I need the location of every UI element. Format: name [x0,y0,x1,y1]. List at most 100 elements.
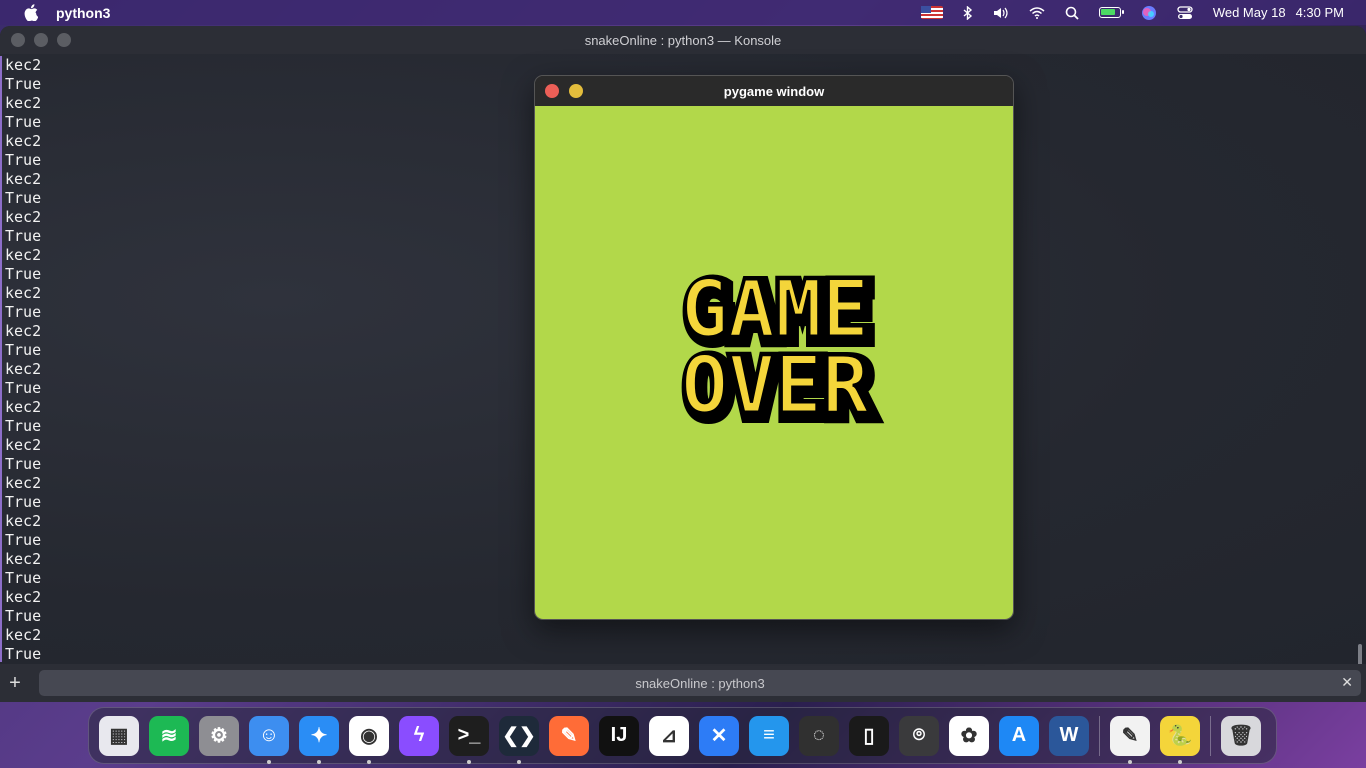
terminal-icon[interactable]: >_ [449,715,489,764]
terminal-line: kec2 [5,512,42,530]
trash-icon[interactable]: 🗑 [1221,715,1261,756]
terminal-line: kec2 [5,170,42,188]
us-flag-icon [920,6,943,19]
terminal-output: kec2 True kec2 True kec2 True kec2 True kec2 True… [5,56,41,701]
intellij-glyph: IJ [610,724,628,746]
screenshot-glyph: ⌾ [913,724,925,746]
dock-separator [1210,715,1211,756]
terminal-line: kec2 [5,56,42,74]
terminal-line: True [5,75,42,93]
app-store-glyph: A [1011,724,1027,746]
terminal-line: True [5,189,42,207]
textedit-icon[interactable]: ✎ [1110,715,1150,764]
terminal-line: kec2 [5,284,42,302]
apple-icon[interactable] [22,4,40,22]
close-tab-icon[interactable]: ✕ [1341,674,1353,691]
bluetooth-icon[interactable] [953,0,983,25]
spotify-icon[interactable]: ≋ [149,715,189,756]
word-icon[interactable]: W [1049,715,1089,756]
running-indicator [517,759,521,764]
konsole-title: snakeOnline : python3 — Konsole [584,32,782,48]
messenger-glyph: ϟ [413,724,425,746]
terminal-line: True [5,303,42,321]
intellij-icon[interactable]: IJ [599,715,639,756]
terminal-line: kec2 [5,588,42,606]
terminal-line: True [5,227,42,245]
active-app-name[interactable]: python3 [56,5,110,21]
pygame-title: pygame window [723,83,825,99]
messenger-icon[interactable]: ϟ [399,715,439,756]
game-canvas[interactable]: GAME GAME OVER OVER [535,106,1013,619]
terminal-line: True [5,151,42,169]
terminal-line: True [5,379,42,397]
running-indicator [367,759,371,764]
terminal-line: kec2 [5,474,42,492]
instruments-icon[interactable]: ⊿ [649,715,689,756]
iphone-simulator-glyph: ▯ [863,725,875,747]
system-preferences-icon[interactable]: ⚙ [199,715,239,756]
terminal-line: kec2 [5,94,42,112]
terminal-line: True [5,493,42,511]
chrome-icon[interactable]: ◉ [349,715,389,764]
konsole-titlebar[interactable]: snakeOnline : python3 — Konsole [0,26,1366,54]
running-indicator [1128,759,1132,764]
terminal-line: True [5,417,42,435]
app-store-icon[interactable]: A [999,715,1039,756]
obs-icon[interactable]: ◌ [799,715,839,756]
postman-glyph: ✎ [560,725,578,747]
battery-icon[interactable] [1089,0,1131,25]
konsole-tabbar: + snakeOnline : python3 ✕ [0,664,1366,702]
spotlight-search-icon[interactable] [1055,0,1089,25]
tab-snakeonline[interactable]: snakeOnline : python3 ✕ [39,670,1361,696]
postman-icon[interactable]: ✎ [549,715,589,756]
docker-icon[interactable]: ≡ [749,715,789,756]
control-center-icon[interactable] [1167,0,1203,25]
instruments-glyph: ⊿ [660,725,678,747]
new-tab-button[interactable]: + [0,672,30,695]
terminal-line: kec2 [5,246,42,264]
pygame-window: pygame window GAME GAME OVER OVER [534,75,1014,620]
xcode-icon[interactable]: ✕ [699,715,739,756]
running-indicator [317,759,321,764]
finder-glyph: ☺ [258,724,280,746]
launchpad-glyph: ▦ [109,725,129,747]
python-launcher-icon[interactable]: 🐍 [1160,715,1200,764]
trash-glyph: 🗑 [1228,725,1254,747]
vscode-icon[interactable]: ❮❯ [499,715,539,764]
safari-glyph: ✦ [310,725,328,747]
siri-icon[interactable] [1131,0,1167,25]
photos-glyph: ✿ [960,725,978,747]
obs-glyph: ◌ [813,724,825,746]
game-over-line-2: OVER [681,341,869,428]
terminal-margin [0,56,2,662]
tab-label: snakeOnline : python3 [635,675,765,691]
screenshot-icon[interactable]: ⌾ [899,715,939,756]
photos-icon[interactable]: ✿ [949,715,989,756]
terminal-line: kec2 [5,360,42,378]
terminal-line: kec2 [5,132,42,150]
wifi-icon[interactable] [1019,0,1055,25]
safari-icon[interactable]: ✦ [299,715,339,764]
menu-bar: python3 Wed May 18 4:30 PM [0,0,1366,25]
input-source-icon[interactable] [911,0,953,25]
running-indicator [467,759,471,764]
running-indicator [267,759,271,764]
finder-icon[interactable]: ☺ [249,715,289,764]
terminal-line: kec2 [5,322,42,340]
system-preferences-glyph: ⚙ [210,725,228,747]
menu-time[interactable]: 4:30 PM [1296,0,1354,25]
volume-icon[interactable] [983,0,1019,25]
docker-glyph: ≡ [763,724,775,746]
terminal-line: True [5,265,42,283]
pygame-titlebar[interactable]: pygame window [535,76,1013,106]
launchpad-icon[interactable]: ▦ [99,715,139,756]
terminal-line: True [5,607,42,625]
python-launcher-glyph: 🐍 [1167,725,1193,747]
terminal-line: True [5,455,42,473]
iphone-simulator-icon[interactable]: ▯ [849,715,889,756]
spotify-glyph: ≋ [160,725,178,747]
running-indicator [1178,759,1182,764]
menu-date[interactable]: Wed May 18 [1203,0,1296,25]
terminal-line: kec2 [5,436,42,454]
terminal-line: True [5,531,42,549]
